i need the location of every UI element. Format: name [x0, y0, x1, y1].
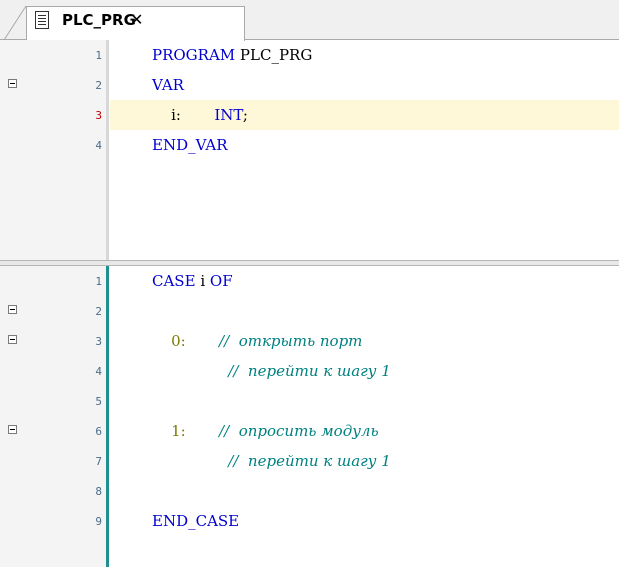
code-token: // открыть порт — [185, 332, 363, 350]
code-token: 0: — [152, 332, 186, 350]
code-text: // перейти к шагу 1 — [152, 362, 391, 380]
code-line[interactable]: 4 END_VAR — [0, 130, 619, 160]
code-line[interactable]: 6 1: // опросить модуль — [0, 416, 619, 446]
code-token: END_CASE — [152, 512, 240, 530]
line-number: 8 — [95, 485, 102, 498]
code-token: END_VAR — [152, 136, 228, 154]
code-token: VAR — [152, 76, 184, 94]
code-token: i: — [152, 106, 181, 124]
line-number: 3 — [95, 109, 102, 122]
code-line[interactable]: 7 // перейти к шагу 1 — [0, 446, 619, 476]
code-line[interactable]: 4 // перейти к шагу 1 — [0, 356, 619, 386]
code-token: INT — [180, 106, 243, 124]
code-token: 1: — [152, 422, 186, 440]
code-line[interactable]: 2 VAR — [0, 70, 619, 100]
code-token: ; — [242, 106, 248, 124]
code-token: // перейти к шагу 1 — [152, 452, 391, 470]
code-line[interactable]: 5 — [0, 386, 619, 416]
line-number: 1 — [95, 49, 102, 62]
code-text: CASE i OF — [152, 272, 233, 290]
code-line[interactable]: 3 0: // открыть порт — [0, 326, 619, 356]
code-text: i: INT; — [152, 106, 248, 124]
code-token: // опросить модуль — [185, 422, 379, 440]
code-line[interactable]: 3 i: INT; — [0, 100, 619, 130]
fold-collapse-icon[interactable] — [8, 335, 17, 344]
code-text: END_CASE — [152, 512, 239, 530]
line-number: 4 — [95, 139, 102, 152]
line-number: 5 — [95, 395, 102, 408]
code-token: PLC_PRG — [239, 46, 313, 64]
implementation-editor[interactable]: 1 CASE i OF 2 3 0: // открыть порт 4 // пере… — [0, 266, 619, 567]
code-text: 1: // опросить модуль — [152, 422, 379, 440]
code-token: i — [200, 272, 210, 290]
code-line[interactable]: 2 — [0, 296, 619, 326]
line-number: 1 — [95, 275, 102, 288]
line-number: 2 — [95, 79, 102, 92]
fold-collapse-icon[interactable] — [8, 305, 17, 314]
line-number: 3 — [95, 335, 102, 348]
fold-collapse-icon[interactable] — [8, 79, 17, 88]
code-text: 0: // открыть порт — [152, 332, 362, 350]
code-line[interactable]: 1 CASE i OF — [0, 266, 619, 296]
line-number: 7 — [95, 455, 102, 468]
code-line[interactable]: 1 PROGRAM PLC_PRG — [0, 40, 619, 70]
editor-tab-bar: PLC_PRG ✕ — [0, 0, 619, 41]
code-text: // перейти к шагу 1 — [152, 452, 391, 470]
code-text: VAR — [152, 76, 184, 94]
line-number: 4 — [95, 365, 102, 378]
close-icon[interactable]: ✕ — [130, 10, 143, 29]
document-icon — [35, 11, 49, 29]
code-text: PROGRAM PLC_PRG — [152, 46, 312, 64]
code-token: OF — [209, 272, 233, 290]
line-number: 2 — [95, 305, 102, 318]
code-line[interactable]: 9 END_CASE — [0, 506, 619, 536]
code-token: PROGRAM — [152, 46, 240, 64]
fold-collapse-icon[interactable] — [8, 425, 17, 434]
code-line[interactable]: 8 — [0, 476, 619, 506]
code-text: END_VAR — [152, 136, 228, 154]
line-number: 6 — [95, 425, 102, 438]
code-token: CASE — [152, 272, 201, 290]
line-number: 9 — [95, 515, 102, 528]
declaration-editor[interactable]: 1 PROGRAM PLC_PRG 2 VAR 3 i: INT; 4 END_VAR — [0, 40, 619, 260]
code-token: // перейти к шагу 1 — [152, 362, 391, 380]
tab-title[interactable]: PLC_PRG — [62, 11, 136, 29]
